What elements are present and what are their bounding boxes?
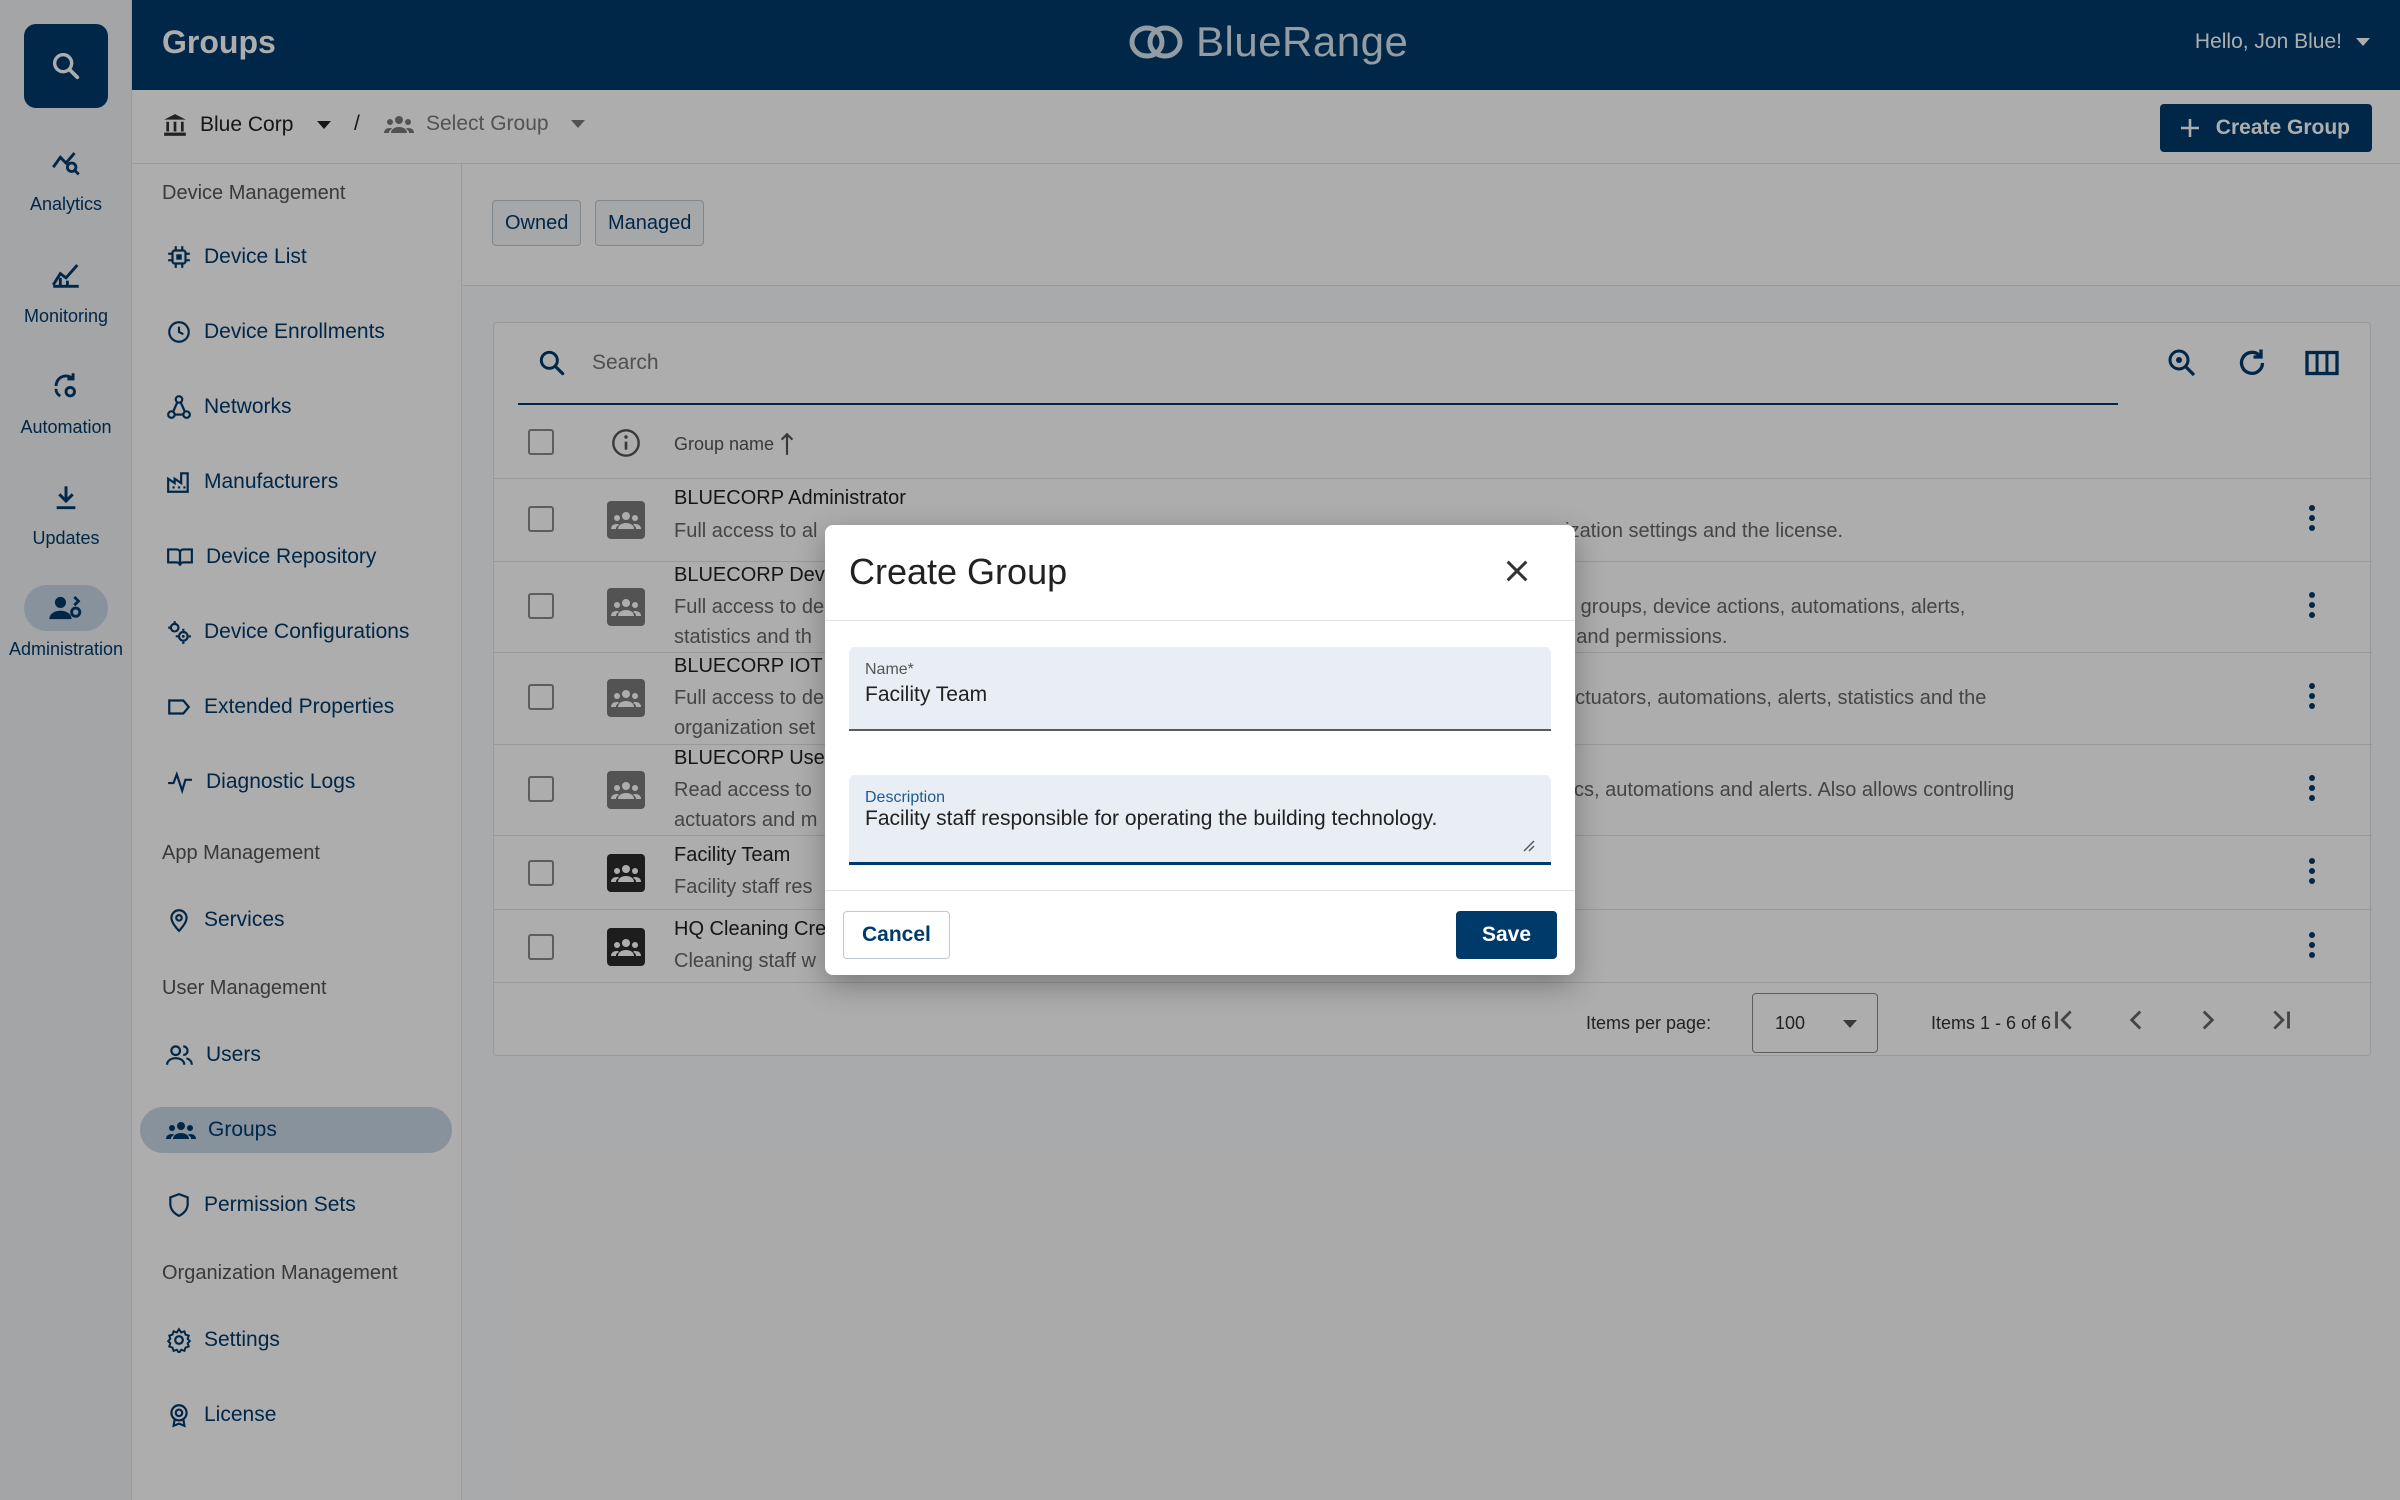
dialog-title: Create Group: [849, 551, 1068, 592]
save-button[interactable]: Save: [1455, 911, 1557, 959]
name-field[interactable]: Name* Facility Team: [849, 647, 1551, 731]
close-icon[interactable]: [1503, 557, 1531, 585]
description-field[interactable]: Description Facility staff responsible f…: [849, 775, 1551, 865]
name-field-value: Facility Team: [865, 683, 988, 706]
divider: [825, 620, 1575, 621]
name-field-label: Name*: [865, 661, 914, 678]
create-group-dialog: Create Group Name* Facility Team Descrip…: [825, 525, 1575, 975]
description-field-label: Description: [865, 789, 946, 806]
description-field-value: Facility staff responsible for operating…: [865, 807, 1438, 830]
divider: [825, 890, 1575, 891]
cancel-button[interactable]: Cancel: [843, 911, 950, 959]
resize-handle-icon[interactable]: [1523, 840, 1535, 852]
